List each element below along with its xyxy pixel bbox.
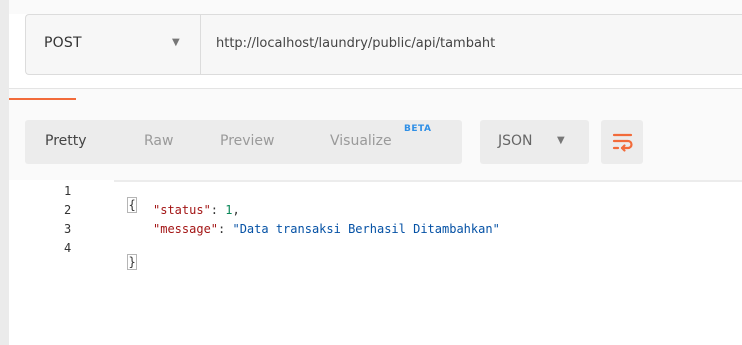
json-key-status: "status" (153, 203, 211, 217)
response-view-tabs: Pretty Raw Preview Visualize (25, 120, 462, 164)
tab-preview[interactable]: Preview (220, 133, 275, 149)
chevron-down-icon: ▼ (557, 135, 565, 146)
tab-pretty[interactable]: Pretty (45, 133, 87, 149)
tab-raw[interactable]: Raw (144, 133, 173, 149)
line-number: 1 (64, 184, 72, 198)
close-brace: } (127, 254, 137, 270)
format-label: JSON (498, 133, 533, 149)
open-brace: { (127, 197, 137, 213)
code-line-3: "message": "Data transaksi Berhasil Dita… (153, 222, 500, 236)
request-bar: POST ▼ http://localhost/laundry/public/a… (25, 14, 742, 75)
line-number: 3 (64, 222, 72, 236)
code-line-2: "status": 1, (153, 203, 240, 217)
method-label: POST (44, 35, 82, 51)
format-select[interactable]: JSON ▼ (480, 120, 589, 164)
colon: : (210, 203, 226, 217)
editor-top-border (114, 180, 742, 182)
colon: : (218, 222, 233, 236)
wrap-lines-button[interactable] (601, 120, 643, 164)
method-select[interactable]: POST ▼ (26, 15, 201, 74)
json-value-message: "Data transaksi Berhasil Ditambahkan" (232, 222, 500, 236)
beta-badge: BETA (404, 124, 432, 134)
json-key-message: "message" (153, 222, 219, 236)
code-line-4: } (114, 241, 137, 270)
wrap-lines-icon (612, 133, 633, 152)
code-line-1: { (114, 184, 137, 213)
left-panel-edge (0, 0, 9, 345)
chevron-down-icon: ▼ (172, 37, 180, 48)
top-strip (9, 0, 742, 14)
line-number: 2 (64, 203, 72, 217)
line-number: 4 (64, 241, 72, 255)
tab-visualize[interactable]: Visualize (330, 133, 392, 149)
url-input[interactable]: http://localhost/laundry/public/api/tamb… (216, 36, 495, 51)
comma: , (232, 203, 240, 217)
